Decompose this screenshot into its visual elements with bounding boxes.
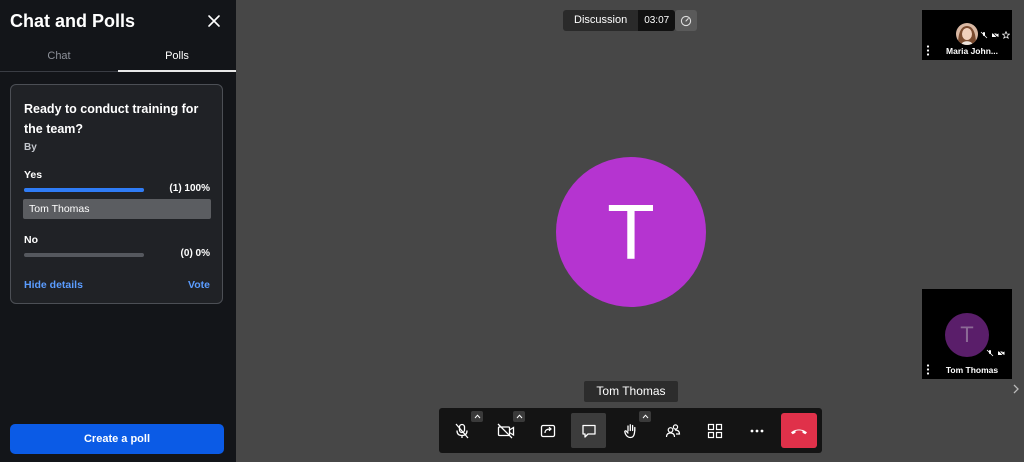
poll-author: By [24,142,37,153]
poll-question: Ready to conduct training for the team? [24,102,199,136]
vote-link[interactable]: Vote [188,279,210,291]
hide-details-link[interactable]: Hide details [24,279,83,291]
hand-icon [623,423,635,438]
tab-polls[interactable]: Polls [118,42,236,72]
meeting-timer: 03:07 [638,10,676,31]
option-label-yes: Yes [24,169,43,181]
phone-hangup-icon [791,429,807,434]
mic-off-icon [980,31,988,39]
option-bar-no [24,253,144,257]
hangup-button[interactable] [781,413,817,448]
tab-chat[interactable]: Chat [0,42,118,72]
chevron-up-icon [474,414,480,419]
more-vertical-icon[interactable] [926,45,930,56]
option-bar-yes [24,188,144,192]
chat-icon [581,424,596,438]
gauge-icon [680,15,692,26]
participant-status-icons [986,349,1005,357]
grid-icon [707,423,722,438]
participants-icon [665,423,680,437]
performance-button[interactable] [675,10,697,31]
meeting-status: Discussion 03:07 [563,10,676,31]
tile-view-button[interactable] [697,413,732,448]
close-icon[interactable] [206,13,222,29]
participant-tile-tom[interactable]: T Tom Thomas [922,289,1012,379]
mic-off-icon [986,349,994,357]
option-label-no: No [24,234,38,246]
participant-status-icons [980,31,1010,39]
chevron-up-icon [642,414,648,419]
more-vertical-icon[interactable] [926,364,930,375]
voter-name: Tom Thomas [23,199,211,219]
option-bar-fill-yes [24,188,144,192]
star-icon [1002,31,1010,39]
mic-off-icon [455,423,468,438]
speaker-avatar: T [556,157,706,307]
create-poll-button[interactable]: Create a poll [10,424,224,454]
chat-button[interactable] [571,413,606,448]
participants-button[interactable] [655,413,690,448]
meeting-toolbar [439,408,822,453]
poll-card: Ready to conduct training for the team? … [10,84,223,304]
camera-off-icon [497,423,514,438]
option-result-yes: (1) 100% [169,183,210,194]
reactions-options-button[interactable] [639,411,651,422]
speaker-name-label: Tom Thomas [584,381,678,402]
chevron-up-icon [516,414,522,419]
participant-tile-maria[interactable]: Maria John... [922,10,1012,60]
camera-off-icon [991,31,999,39]
participant-name: Tom Thomas [945,365,999,375]
panel-title: Chat and Polls [10,11,136,31]
user-photo-icon [956,23,978,45]
avatar [956,23,978,45]
share-screen-button[interactable] [530,413,565,448]
chat-polls-panel: Chat and Polls Chat Polls Ready to condu… [0,0,236,462]
meeting-app: Chat and Polls Chat Polls Ready to condu… [0,0,1024,462]
participant-name: Maria John... [946,46,998,56]
camera-options-button[interactable] [513,411,525,422]
more-actions-button[interactable] [739,413,774,448]
meeting-name: Discussion [563,10,639,31]
panel-tabs: Chat Polls [0,42,236,72]
avatar: T [945,313,989,357]
chevron-right-icon[interactable] [1010,382,1022,396]
more-horizontal-icon [750,429,763,432]
share-screen-icon [540,424,555,437]
option-result-no: (0) 0% [180,248,210,259]
camera-off-icon [997,349,1005,357]
mic-options-button[interactable] [471,411,483,422]
